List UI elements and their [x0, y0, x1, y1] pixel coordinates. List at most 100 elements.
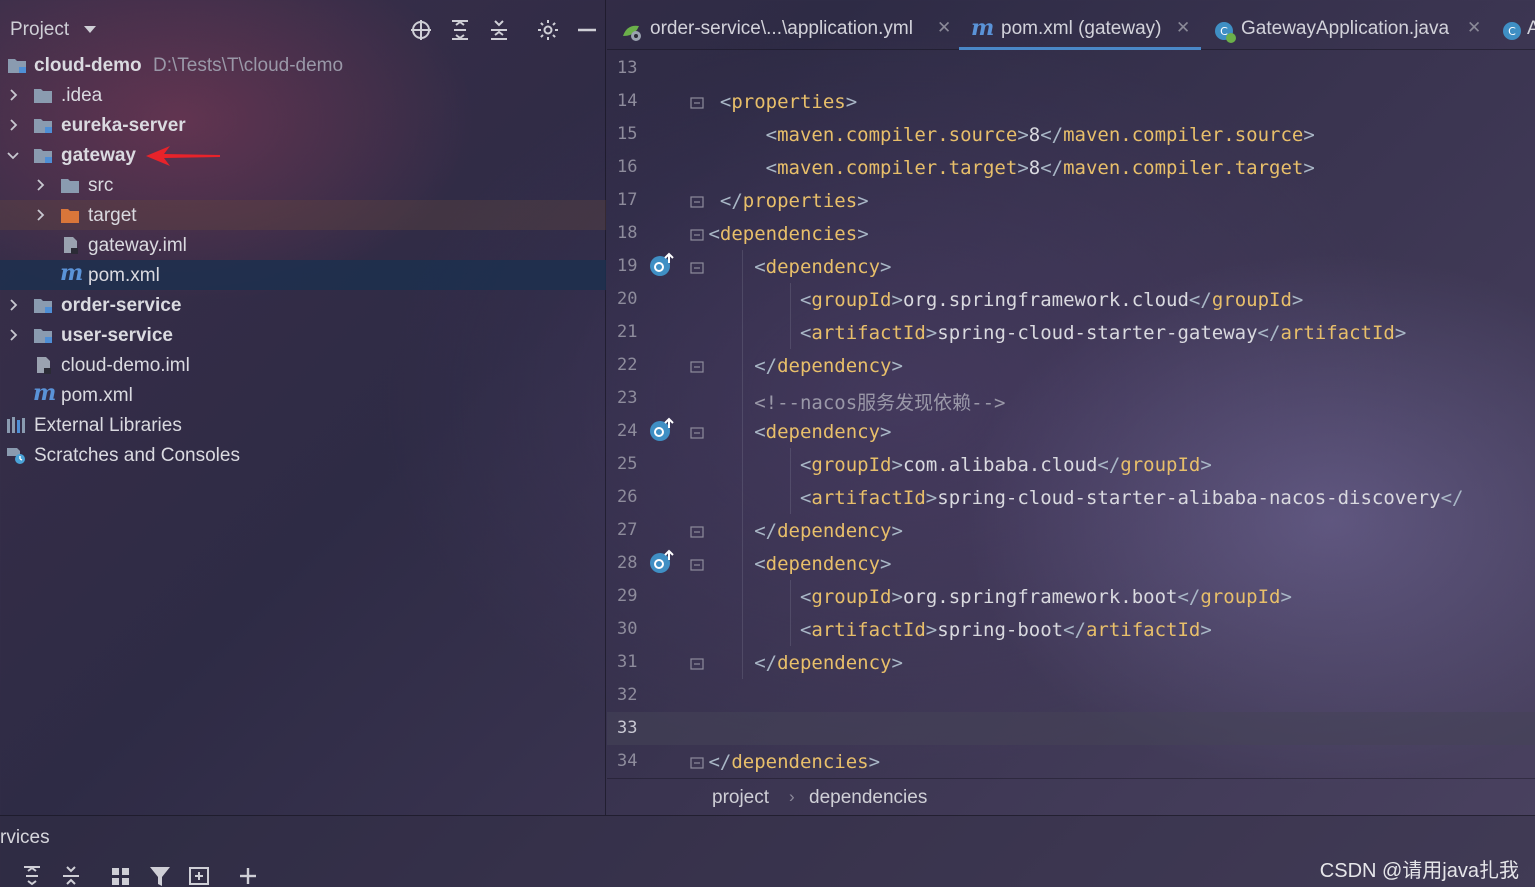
code-line[interactable]: </dependency>: [697, 652, 903, 685]
tree-item-gateway[interactable]: gateway: [0, 140, 606, 170]
tab-pom-gateway[interactable]: m pom.xml (gateway) ✕: [959, 10, 1201, 50]
fold-marker-icon[interactable]: [690, 426, 704, 440]
line-number: 21: [617, 322, 638, 342]
gear-icon[interactable]: [536, 18, 560, 42]
code-line[interactable]: <dependency>: [697, 256, 891, 289]
tree-item-scratches[interactable]: Scratches and Consoles: [0, 440, 606, 470]
tab-gateway-application[interactable]: C GatewayApplication.java ✕: [1211, 10, 1491, 50]
code-line[interactable]: <maven.compiler.target>8</maven.compiler…: [697, 157, 1315, 190]
tab-application-yml[interactable]: order-service\...\application.yml ✕: [619, 10, 957, 50]
tree-item-idea[interactable]: .idea: [0, 80, 606, 110]
code-token: dependency: [777, 355, 892, 377]
red-arrow-annotation: [146, 146, 220, 166]
tree-item-external-libraries[interactable]: External Libraries: [0, 410, 606, 440]
new-tab-icon[interactable]: [187, 864, 211, 887]
tree-item-gateway-iml[interactable]: gateway.iml: [0, 230, 606, 260]
code-line[interactable]: </properties>: [697, 190, 869, 223]
tab-overflow-class[interactable]: C A: [1499, 10, 1535, 50]
dependency-override-icon[interactable]: [648, 549, 676, 575]
fold-marker-icon[interactable]: [690, 96, 704, 110]
code-line[interactable]: <groupId>org.springframework.boot</group…: [697, 586, 1292, 619]
project-view-selector[interactable]: Project: [10, 19, 69, 41]
code-line[interactable]: <artifactId>spring-cloud-starter-gateway…: [697, 322, 1406, 355]
code-line[interactable]: <artifactId>spring-boot</artifactId>: [697, 619, 1212, 652]
code-token: groupId: [1200, 586, 1281, 608]
fold-marker-icon[interactable]: [690, 360, 704, 374]
fold-marker-icon[interactable]: [690, 558, 704, 572]
code-line[interactable]: </dependencies>: [697, 751, 880, 778]
code-token: 8: [1028, 124, 1041, 146]
code-token: dependencies: [719, 223, 858, 245]
code-token: artifactId: [1085, 619, 1201, 641]
code-token: maven.compiler.source: [1063, 124, 1304, 146]
line-number: 18: [617, 223, 638, 243]
code-token: </: [1040, 157, 1064, 179]
scratches-icon: [7, 448, 25, 464]
editor-tab-bar: order-service\...\application.yml ✕ m po…: [607, 0, 1535, 50]
tree-item-user-service[interactable]: user-service: [0, 320, 606, 350]
code-line[interactable]: <groupId>com.alibaba.cloud</groupId>: [697, 454, 1212, 487]
module-folder-icon: [34, 299, 52, 313]
fold-marker-icon[interactable]: [690, 657, 704, 671]
dependency-override-icon[interactable]: [648, 252, 676, 278]
chevron-down-icon[interactable]: [7, 149, 19, 161]
code-line[interactable]: </dependency>: [697, 520, 903, 553]
expand-all-icon[interactable]: [20, 864, 44, 887]
code-line[interactable]: <dependency>: [697, 553, 891, 586]
chevron-right-icon[interactable]: [7, 89, 19, 101]
code-token: spring-cloud-starter-gateway: [937, 322, 1258, 344]
tree-item-root-pom[interactable]: m pom.xml: [0, 380, 606, 410]
code-line[interactable]: <dependencies>: [697, 223, 868, 256]
collapse-all-icon[interactable]: [487, 18, 511, 42]
close-icon[interactable]: ✕: [1467, 18, 1481, 38]
fold-marker-icon[interactable]: [690, 195, 704, 209]
code-token: >: [857, 190, 869, 212]
tree-item-target[interactable]: target: [0, 200, 606, 230]
code-line[interactable]: <groupId>org.springframework.cloud</grou…: [697, 289, 1303, 322]
code-line[interactable]: <artifactId>spring-cloud-starter-alibaba…: [697, 487, 1464, 520]
fold-marker-icon[interactable]: [690, 228, 704, 242]
collapse-all-icon[interactable]: [59, 864, 83, 887]
chevron-right-icon[interactable]: [7, 299, 19, 311]
chevron-right-icon[interactable]: [34, 179, 46, 191]
code-token: groupId: [811, 454, 892, 476]
code-token: >: [1017, 124, 1029, 146]
code-line[interactable]: <properties>: [697, 91, 857, 124]
code-editor[interactable]: <properties> <maven.compiler.source>8</m…: [697, 50, 1535, 778]
tree-item-gateway-pom[interactable]: m pom.xml: [0, 260, 606, 290]
line-number: 28: [617, 553, 638, 573]
code-line[interactable]: <maven.compiler.source>8</maven.compiler…: [697, 124, 1315, 157]
chevron-right-icon[interactable]: [7, 329, 19, 341]
locate-icon[interactable]: [409, 18, 433, 42]
code-token: groupId: [1120, 454, 1201, 476]
dependency-override-icon[interactable]: [648, 417, 676, 443]
tree-item-cloud-demo-iml[interactable]: cloud-demo.iml: [0, 350, 606, 380]
group-by-icon[interactable]: [109, 864, 133, 887]
filter-icon[interactable]: [148, 864, 172, 887]
fold-marker-icon[interactable]: [690, 756, 704, 770]
minimize-icon[interactable]: [575, 18, 599, 42]
fold-marker-icon[interactable]: [690, 261, 704, 275]
tree-item-eureka-server[interactable]: eureka-server: [0, 110, 606, 140]
close-icon[interactable]: ✕: [1176, 18, 1190, 38]
add-icon[interactable]: [236, 864, 260, 887]
tree-item-order-service[interactable]: order-service: [0, 290, 606, 320]
code-line[interactable]: <!--nacos服务发现依赖-->: [697, 388, 1005, 421]
excluded-folder-icon: [61, 209, 79, 223]
fold-marker-icon[interactable]: [690, 525, 704, 539]
breadcrumb-item-project[interactable]: project: [712, 787, 769, 809]
expand-all-icon[interactable]: [448, 18, 472, 42]
breadcrumb-item-dependencies[interactable]: dependencies: [809, 787, 927, 809]
tree-item-src[interactable]: src: [0, 170, 606, 200]
chevron-down-icon[interactable]: [84, 26, 96, 33]
code-token: >: [868, 751, 881, 773]
close-icon[interactable]: ✕: [937, 18, 951, 38]
code-line[interactable]: <dependency>: [697, 421, 891, 454]
chevron-right-icon[interactable]: [34, 209, 46, 221]
code-line[interactable]: </dependency>: [697, 355, 903, 388]
tree-item-cloud-demo[interactable]: cloud-demo D:\Tests\T\cloud-demo: [0, 50, 606, 80]
chevron-right-icon[interactable]: [7, 119, 19, 131]
